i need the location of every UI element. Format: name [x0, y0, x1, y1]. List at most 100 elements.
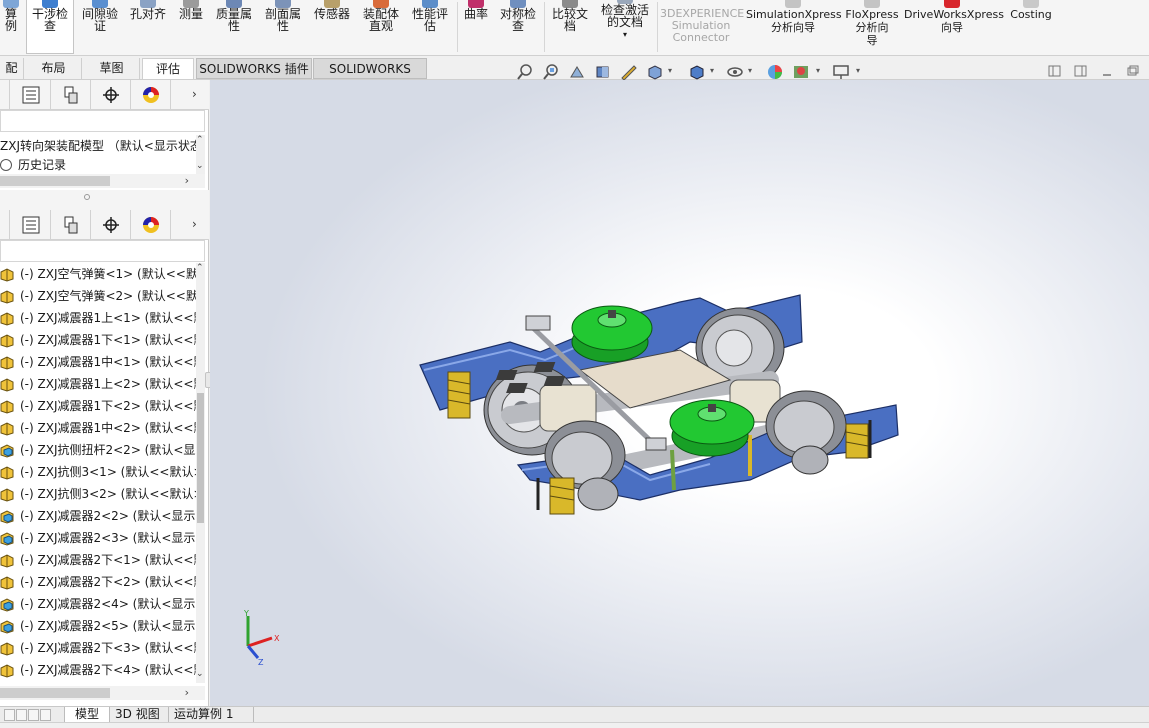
air-spring-rear[interactable]	[571, 305, 653, 363]
check-active-document-button[interactable]: 检查激活 的文档 ▾	[596, 0, 654, 54]
previous-view-icon[interactable]	[568, 63, 586, 81]
top-tree-vertical-scrollbar[interactable]: ⌃ ⌄	[196, 135, 205, 175]
tab-layout[interactable]: 布局	[26, 58, 82, 79]
tab-dimxpertmanager[interactable]	[91, 210, 131, 239]
component-tree-horizontal-scrollbar[interactable]: ›	[0, 686, 205, 700]
curvature-button[interactable]: 曲率	[460, 0, 492, 54]
scroll-thumb[interactable]	[0, 176, 110, 186]
component-tree-row[interactable]: (-) ZXJ减震器1上<2> (默认<<默	[0, 373, 196, 395]
component-tree-row[interactable]: (-) ZXJ减震器1中<2> (默认<<默	[0, 417, 196, 439]
tab-configurationmanager[interactable]	[51, 80, 91, 109]
component-tree-row[interactable]: (-) ZXJ减震器2<2> (默认<显示	[0, 505, 196, 527]
chevron-down-icon[interactable]: ▾	[668, 66, 672, 75]
tab-motion-study[interactable]: 运动算例 1	[170, 707, 254, 723]
interference-check-button[interactable]: 干涉检 查	[26, 0, 74, 54]
tab-solidworks-addins[interactable]: SOLIDWORKS 插件	[196, 58, 312, 79]
component-filter-input[interactable]	[0, 240, 205, 262]
tab-featuremanager-partial[interactable]	[0, 210, 10, 239]
hide-show-items-icon[interactable]	[726, 63, 744, 81]
tab-solidworks-mbd[interactable]: SOLIDWORKS MBD	[313, 58, 427, 96]
scroll-down-icon[interactable]: ⌄	[196, 161, 204, 171]
apply-scene-icon[interactable]	[792, 63, 810, 81]
ribbon-calc-button[interactable]: 算 例	[0, 0, 22, 54]
tab-propertymanager[interactable]	[11, 80, 51, 109]
component-tree-row[interactable]: (-) ZXJ减震器1下<2> (默认<<默	[0, 395, 196, 417]
measure-button[interactable]: 测量	[174, 0, 208, 54]
scroll-down-icon[interactable]: ⌄	[196, 669, 204, 679]
component-tree-row[interactable]: (-) ZXJ空气弹簧<1> (默认<<默	[0, 263, 196, 285]
sensor-button[interactable]: 传感器	[309, 0, 355, 54]
component-tree-row[interactable]: (-) ZXJ减震器2<5> (默认<显示	[0, 615, 196, 637]
tab-featuremanager-partial[interactable]	[0, 80, 10, 109]
display-style-icon[interactable]	[688, 63, 706, 81]
tab-displaymanager[interactable]	[131, 80, 171, 109]
first-tab-nav-button[interactable]	[4, 709, 15, 721]
simulationxpress-button[interactable]: SimulationXpress 分析向导	[746, 0, 842, 54]
tab-displaymanager[interactable]	[131, 210, 171, 239]
costing-button[interactable]: Costing	[1004, 0, 1058, 54]
view-orientation-icon[interactable]	[646, 63, 664, 81]
minimize-icon[interactable]	[1100, 64, 1114, 78]
symmetry-check-button[interactable]: 对称检 查	[495, 0, 541, 54]
section-properties-button[interactable]: 剖面属 性	[260, 0, 306, 54]
scroll-thumb[interactable]	[197, 393, 204, 523]
component-tree-row[interactable]: (-) ZXJ减震器1中<1> (默认<<默	[0, 351, 196, 373]
air-spring-front[interactable]	[669, 399, 755, 457]
component-tree-row[interactable]: (-) ZXJ抗侧3<1> (默认<<默认>	[0, 461, 196, 483]
scroll-up-icon[interactable]: ⌃	[196, 135, 204, 145]
component-tree-vertical-scrollbar[interactable]: ⌃ ⌄	[196, 263, 205, 683]
tab-dimxpertmanager[interactable]	[91, 80, 131, 109]
prev-tab-nav-button[interactable]	[16, 709, 27, 721]
3dexperience-connector-button[interactable]: 3DEXPERIENCE Simulation Connector	[660, 8, 744, 62]
edit-appearance-icon[interactable]	[766, 63, 784, 81]
component-tree-row[interactable]: (-) ZXJ减震器2下<4> (默认<<默	[0, 659, 196, 681]
tab-sketch[interactable]: 草图	[84, 58, 140, 79]
section-view-icon[interactable]	[594, 63, 612, 81]
performance-evaluation-button[interactable]: 性能评 估	[407, 0, 453, 54]
floxpress-button[interactable]: FloXpress 分析向 导	[843, 0, 901, 54]
chevron-down-icon[interactable]: ▾	[816, 66, 820, 75]
next-tab-nav-button[interactable]	[28, 709, 39, 721]
view-settings-icon[interactable]	[832, 63, 850, 81]
tab-3d-view[interactable]: 3D 视图	[111, 707, 169, 723]
scroll-up-icon[interactable]: ⌃	[196, 263, 204, 273]
driveworksxpress-button[interactable]: DriveWorksXpress 向导	[904, 0, 1004, 54]
chevron-down-icon[interactable]: ▾	[748, 66, 752, 75]
compare-documents-button[interactable]: 比较文 档	[547, 0, 593, 54]
restore-icon[interactable]	[1126, 64, 1140, 78]
component-tree-row[interactable]: (-) ZXJ减震器2下<3> (默认<<默	[0, 637, 196, 659]
chevron-right-icon[interactable]: ›	[192, 87, 197, 101]
clearance-verification-button[interactable]: 间隙验 证	[78, 0, 122, 54]
splitter-handle-icon[interactable]	[84, 194, 90, 200]
hole-alignment-button[interactable]: 孔对齐	[126, 0, 170, 54]
tile-right-icon[interactable]	[1074, 64, 1088, 78]
component-tree-row[interactable]: (-) ZXJ抗侧扭杆2<2> (默认<显示	[0, 439, 196, 461]
last-tab-nav-button[interactable]	[40, 709, 51, 721]
component-tree-row[interactable]: (-) ZXJ减震器1下<1> (默认<<默	[0, 329, 196, 351]
tab-evaluate[interactable]: 评估	[142, 58, 194, 79]
component-tree-row[interactable]: (-) ZXJ减震器2<3> (默认<显示	[0, 527, 196, 549]
scroll-thumb[interactable]	[0, 688, 110, 698]
component-tree-row[interactable]: (-) ZXJ减震器2下<2> (默认<<默	[0, 571, 196, 593]
tab-model[interactable]: 模型	[64, 707, 110, 723]
component-tree-row[interactable]: (-) ZXJ减震器1上<1> (默认<<默	[0, 307, 196, 329]
bogie-assembly-model[interactable]	[210, 80, 1149, 706]
chevron-down-icon[interactable]: ▾	[596, 29, 654, 41]
mass-properties-button[interactable]: 质量属 性	[211, 0, 257, 54]
tab-configurationmanager[interactable]	[51, 210, 91, 239]
chevron-down-icon[interactable]: ▾	[710, 66, 714, 75]
tab-propertymanager[interactable]	[11, 210, 51, 239]
dynamic-annotation-icon[interactable]	[620, 63, 638, 81]
zoom-to-area-icon[interactable]	[542, 63, 560, 81]
component-tree-row[interactable]: (-) ZXJ减震器2<4> (默认<显示	[0, 593, 196, 615]
tab-assembly[interactable]: 配体	[0, 58, 24, 95]
chevron-down-icon[interactable]: ▾	[856, 66, 860, 75]
assembly-visualization-button[interactable]: 装配体 直观	[358, 0, 404, 54]
component-tree-row[interactable]: (-) ZXJ空气弹簧<2> (默认<<默	[0, 285, 196, 307]
scroll-right-icon[interactable]: ›	[185, 174, 189, 187]
top-tree-horizontal-scrollbar[interactable]: ›	[0, 174, 205, 188]
chevron-right-icon[interactable]: ›	[192, 217, 197, 231]
panel-splitter[interactable]	[0, 190, 209, 210]
scroll-right-icon[interactable]: ›	[185, 686, 189, 699]
component-tree-row[interactable]: (-) ZXJ减震器2下<1> (默认<<默	[0, 549, 196, 571]
